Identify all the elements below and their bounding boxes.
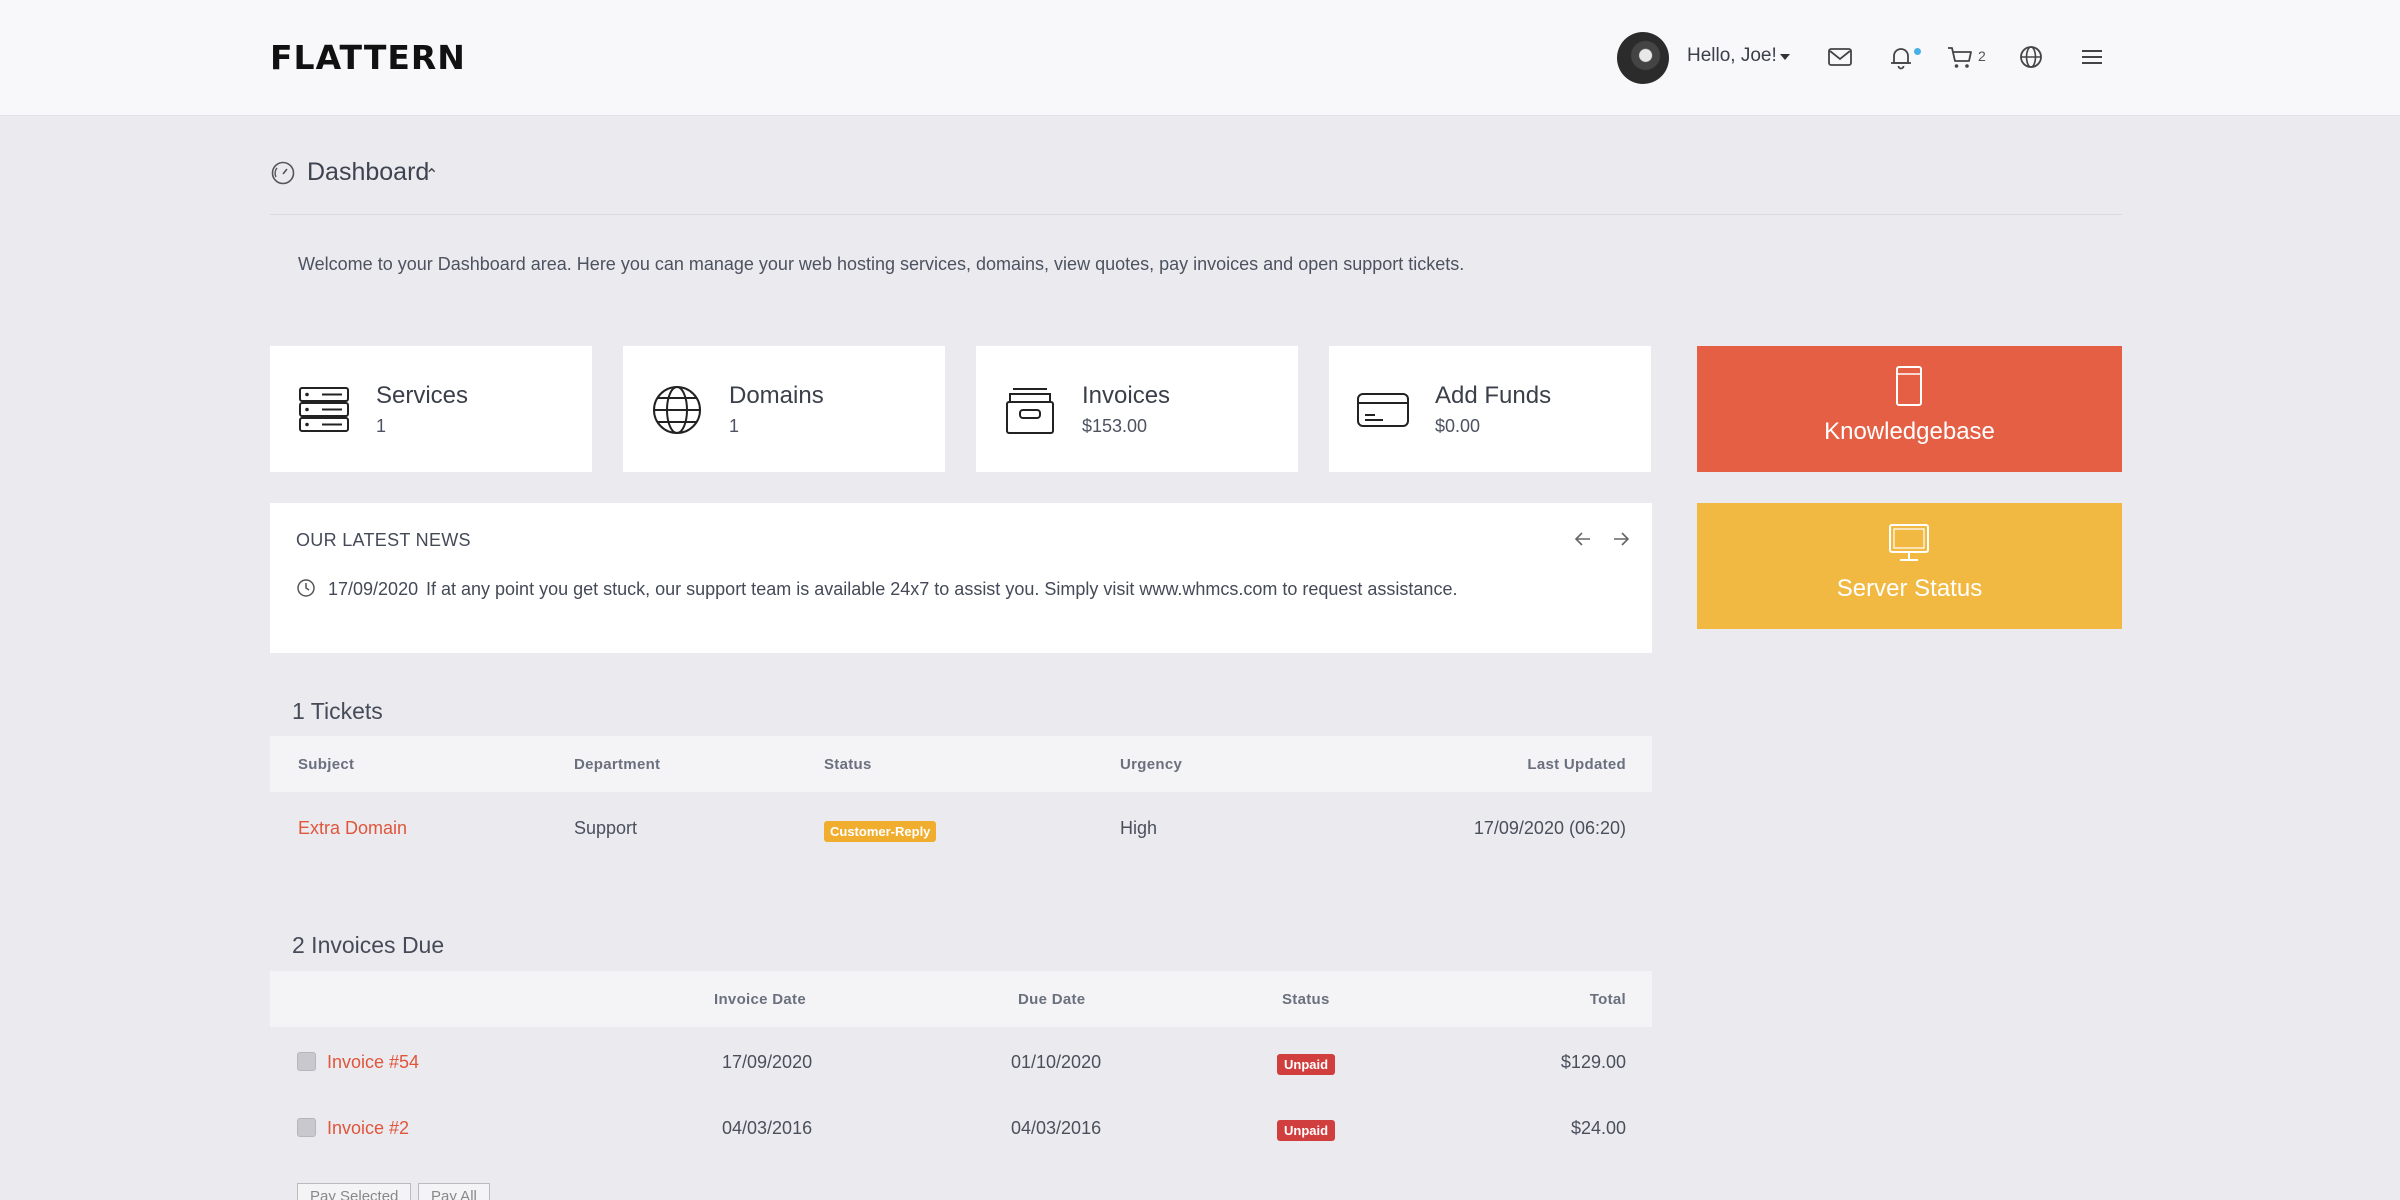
ticket-department: Support xyxy=(574,818,638,838)
notification-dot xyxy=(1914,48,1921,55)
divider xyxy=(270,214,2122,215)
stat-title: Add Funds xyxy=(1435,382,1552,409)
stat-value: 1 xyxy=(729,416,740,436)
clock-icon xyxy=(296,578,316,598)
stat-card-domains[interactable]: Domains 1 xyxy=(623,346,945,472)
mail-icon[interactable] xyxy=(1825,42,1855,72)
logo[interactable]: FLATTERN xyxy=(270,38,466,77)
invoice-link[interactable]: Invoice #54 xyxy=(327,1052,419,1073)
globe-icon[interactable] xyxy=(2016,42,2046,72)
invoice-date: 17/09/2020 xyxy=(722,1052,813,1072)
col-header[interactable]: Invoice Date xyxy=(714,991,806,1008)
invoice-date: 04/03/2016 xyxy=(722,1118,813,1138)
col-header[interactable]: Department xyxy=(574,756,660,773)
invoice-checkbox[interactable] xyxy=(297,1052,316,1071)
archive-box-icon xyxy=(1002,382,1058,438)
table-row[interactable]: Extra Domain Support Customer-Reply High… xyxy=(270,796,1652,862)
cart-count: 2 xyxy=(1978,48,1986,64)
invoices-table-header: Invoice Date Due Date Status Total xyxy=(270,971,1652,1027)
status-badge: Unpaid xyxy=(1277,1120,1336,1141)
monitor-icon xyxy=(1884,521,1934,567)
page-title: Dashboard xyxy=(307,158,430,186)
book-icon xyxy=(1884,364,1934,410)
col-header[interactable]: Subject xyxy=(298,756,354,773)
ticket-subject-link[interactable]: Extra Domain xyxy=(298,818,407,839)
tickets-table-header: Subject Department Status Urgency Last U… xyxy=(270,736,1652,792)
col-header[interactable]: Urgency xyxy=(1120,756,1182,773)
top-navbar: FLATTERN Hello, Joe! 2 xyxy=(0,0,2400,116)
stat-value: $153.00 xyxy=(1082,416,1148,436)
tile-label: Server Status xyxy=(1836,575,1983,602)
stat-card-invoices[interactable]: Invoices $153.00 xyxy=(976,346,1298,472)
stat-value: 1 xyxy=(376,416,387,436)
stat-title: Invoices xyxy=(1082,382,1171,409)
welcome-text: Welcome to your Dashboard area. Here you… xyxy=(298,254,1465,274)
invoice-due-date: 01/10/2020 xyxy=(1011,1052,1102,1072)
invoices-title: 2 Invoices Due xyxy=(292,932,445,958)
invoice-checkbox[interactable] xyxy=(297,1118,316,1137)
stat-title: Domains xyxy=(729,382,824,409)
ticket-urgency: High xyxy=(1120,818,1158,838)
status-badge: Unpaid xyxy=(1277,1054,1336,1075)
invoice-due-date: 04/03/2016 xyxy=(1011,1118,1102,1138)
invoice-total: $24.00 xyxy=(1570,1118,1626,1138)
welcome-panel: Welcome to your Dashboard area. Here you… xyxy=(270,230,2122,300)
pay-all-button[interactable]: Pay All xyxy=(418,1183,490,1200)
server-icon xyxy=(296,382,352,438)
col-header[interactable]: Last Updated xyxy=(1527,756,1626,773)
server-status-tile[interactable]: Server Status xyxy=(1697,503,2122,629)
credit-card-icon xyxy=(1355,382,1411,438)
arrow-left-icon[interactable] xyxy=(1570,525,1598,553)
col-header[interactable]: Status xyxy=(824,756,872,773)
chevron-up-icon[interactable]: ⌃ xyxy=(425,165,438,185)
cart-icon[interactable] xyxy=(1945,42,1975,72)
table-row[interactable]: Invoice #54 17/09/2020 01/10/2020 Unpaid… xyxy=(270,1030,1652,1096)
col-header[interactable]: Due Date xyxy=(1018,991,1085,1008)
ticket-updated: 17/09/2020 (06:20) xyxy=(1473,818,1626,838)
invoice-total: $129.00 xyxy=(1560,1052,1626,1072)
stat-card-add-funds[interactable]: Add Funds $0.00 xyxy=(1329,346,1651,472)
tickets-title: 1 Tickets xyxy=(292,698,383,724)
status-badge: Customer-Reply xyxy=(824,821,937,842)
col-header[interactable]: Status xyxy=(1282,991,1330,1008)
knowledgebase-tile[interactable]: Knowledgebase xyxy=(1697,346,2122,472)
globe-icon xyxy=(649,382,705,438)
table-row[interactable]: Invoice #2 04/03/2016 04/03/2016 Unpaid … xyxy=(270,1096,1652,1162)
bell-icon[interactable] xyxy=(1886,42,1916,72)
pay-selected-button[interactable]: Pay Selected xyxy=(297,1183,412,1200)
col-header[interactable]: Total xyxy=(1590,991,1626,1008)
stat-card-services[interactable]: Services 1 xyxy=(270,346,592,472)
stat-value: $0.00 xyxy=(1435,416,1481,436)
menu-icon[interactable] xyxy=(2077,42,2107,72)
news-date: 17/09/2020 xyxy=(328,579,419,599)
invoice-link[interactable]: Invoice #2 xyxy=(327,1118,409,1139)
news-panel: OUR LATEST NEWS 17/09/2020 If at any poi… xyxy=(270,503,1652,653)
user-greeting[interactable]: Hello, Joe! xyxy=(1687,45,1777,67)
arrow-right-icon[interactable] xyxy=(1606,525,1634,553)
chevron-down-icon[interactable] xyxy=(1780,54,1790,60)
news-text: If at any point you get stuck, our suppo… xyxy=(426,579,1458,599)
gauge-icon xyxy=(270,160,296,186)
tile-label: Knowledgebase xyxy=(1824,418,1995,445)
avatar[interactable] xyxy=(1617,32,1669,84)
stat-title: Services xyxy=(376,382,469,409)
news-title: OUR LATEST NEWS xyxy=(296,530,471,550)
